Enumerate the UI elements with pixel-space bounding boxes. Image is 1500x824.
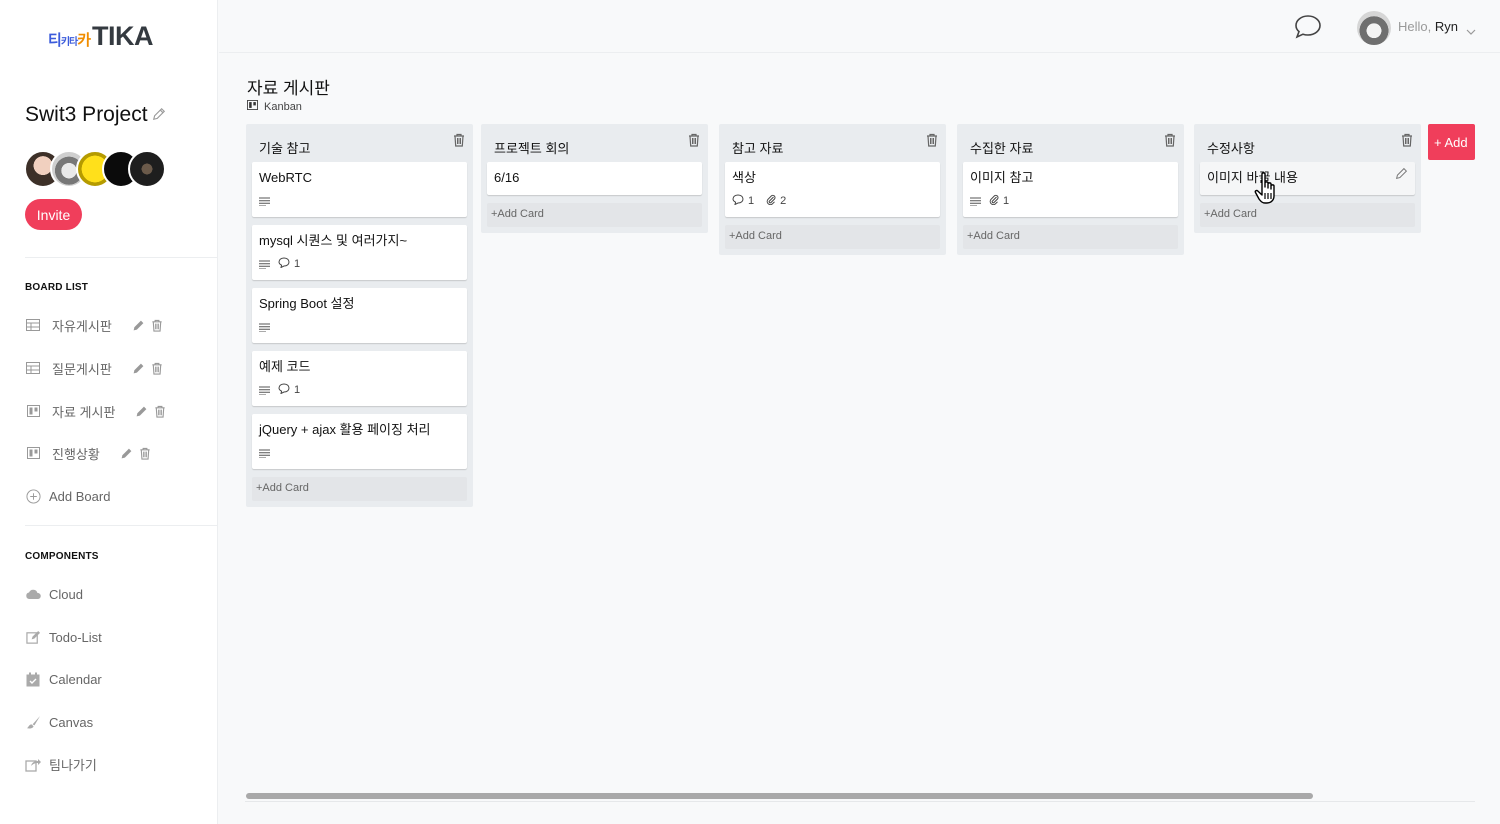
kanban-card[interactable]: jQuery + ajax 활용 페이징 처리 <box>252 414 467 469</box>
components-label: COMPONENTS <box>25 551 99 562</box>
trash-icon[interactable] <box>139 447 151 460</box>
kanban-icon <box>247 100 258 113</box>
kanban-card[interactable]: mysql 시퀀스 및 여러가지~ 1 <box>252 225 467 280</box>
sidebar-item-leave-team[interactable]: 팀나가기 <box>25 754 97 774</box>
comment-icon <box>732 194 744 208</box>
paperclip-icon <box>989 194 999 208</box>
trash-icon[interactable] <box>453 133 465 150</box>
calendar-icon <box>25 671 41 687</box>
app-logo[interactable]: 티키타카 TIKA <box>48 20 154 51</box>
sidebar-item-canvas[interactable]: Canvas <box>25 712 93 732</box>
column-title[interactable]: 프로젝트 회의 <box>494 141 569 156</box>
column-title[interactable]: 수집한 자료 <box>970 141 1033 156</box>
chat-icon[interactable] <box>1294 14 1322 45</box>
board-list-label: BOARD LIST <box>25 282 89 293</box>
sidebar-board-item[interactable]: 자유게시판 <box>25 315 163 335</box>
trash-icon[interactable] <box>1401 133 1413 150</box>
table-icon <box>25 317 41 333</box>
kanban-column: 참고 자료 색상 1 2 +Add Card <box>719 124 946 255</box>
board-type: Kanban <box>247 100 302 113</box>
trash-icon[interactable] <box>926 133 938 150</box>
description-icon <box>259 260 270 269</box>
hand-cursor-icon <box>1254 171 1286 212</box>
logo-text: TIKA <box>92 21 154 51</box>
kanban-card[interactable]: 이미지 참고 1 <box>963 162 1178 217</box>
description-icon <box>259 449 270 458</box>
divider <box>25 525 218 526</box>
add-card-button[interactable]: +Add Card <box>1200 203 1415 227</box>
pencil-icon[interactable] <box>132 319 145 332</box>
pencil-icon[interactable] <box>1395 167 1408 185</box>
invite-button[interactable]: Invite <box>25 199 82 230</box>
exit-icon <box>25 756 41 772</box>
column-title[interactable]: 수정사항 <box>1207 141 1255 156</box>
comment-icon <box>278 257 290 271</box>
add-card-button[interactable]: +Add Card <box>963 225 1178 249</box>
description-icon <box>970 197 981 206</box>
pencil-icon[interactable] <box>120 447 133 460</box>
kanban-column: 기술 참고 WebRTC mysql 시퀀스 및 여러가지~ 1 Spring … <box>246 124 473 507</box>
pencil-icon[interactable] <box>132 362 145 375</box>
sidebar-item-calendar[interactable]: Calendar <box>25 669 102 689</box>
user-avatar[interactable] <box>1357 11 1391 45</box>
sidebar-board-item[interactable]: 자료 게시판 <box>25 401 166 421</box>
kanban-card[interactable]: Spring Boot 설정 <box>252 288 467 343</box>
sidebar-item-cloud[interactable]: Cloud <box>25 584 83 604</box>
member-avatars <box>24 150 166 188</box>
plus-circle-icon <box>25 488 41 504</box>
trash-icon[interactable] <box>154 405 166 418</box>
table-icon <box>25 360 41 376</box>
kanban-icon <box>25 403 41 419</box>
sidebar: 티키타카 TIKA Swit3 Project Invite BOARD LIS… <box>0 0 218 824</box>
kanban-column: 프로젝트 회의 6/16 +Add Card <box>481 124 708 233</box>
column-title[interactable]: 기술 참고 <box>259 141 310 156</box>
trash-icon[interactable] <box>151 319 163 332</box>
kanban-card[interactable]: 예제 코드 1 <box>252 351 467 406</box>
cloud-icon <box>25 586 41 602</box>
scrollbar-thumb[interactable] <box>246 793 1313 799</box>
page-title: 자료 게시판 <box>247 79 330 98</box>
sidebar-item-todo[interactable]: Todo-List <box>25 627 102 647</box>
sidebar-board-item[interactable]: 질문게시판 <box>25 358 163 378</box>
divider <box>25 257 218 258</box>
add-list-button[interactable]: + Add <box>1428 124 1475 160</box>
sidebar-board-item[interactable]: 진행상황 <box>25 443 151 463</box>
pencil-icon[interactable] <box>152 103 166 127</box>
project-title: Swit3 Project <box>25 103 166 127</box>
chevron-down-icon[interactable] <box>1466 22 1476 40</box>
add-card-button[interactable]: +Add Card <box>252 477 467 501</box>
paperclip-icon <box>766 194 776 208</box>
kanban-icon <box>25 445 41 461</box>
comment-icon <box>278 383 290 397</box>
brush-icon <box>25 714 41 730</box>
trash-icon[interactable] <box>688 133 700 150</box>
kanban-column: 수정사항 이미지 바꿀 내용 +Add Card <box>1194 124 1421 233</box>
kanban-card[interactable]: 6/16 <box>487 162 702 195</box>
add-board-button[interactable]: Add Board <box>25 486 110 506</box>
user-greeting[interactable]: Hello, Ryn <box>1398 19 1458 34</box>
description-icon <box>259 386 270 395</box>
edit-icon <box>25 629 41 645</box>
column-title[interactable]: 참고 자료 <box>732 141 783 156</box>
description-icon <box>259 197 270 206</box>
kanban-column: 수집한 자료 이미지 참고 1 +Add Card <box>957 124 1184 255</box>
kanban-card[interactable]: 색상 1 2 <box>725 162 940 217</box>
add-card-button[interactable]: +Add Card <box>725 225 940 249</box>
kanban-card[interactable]: WebRTC <box>252 162 467 217</box>
pencil-icon[interactable] <box>135 405 148 418</box>
trash-icon[interactable] <box>151 362 163 375</box>
kanban-card[interactable]: 이미지 바꿀 내용 <box>1200 162 1415 195</box>
description-icon <box>259 323 270 332</box>
add-card-button[interactable]: +Add Card <box>487 203 702 227</box>
trash-icon[interactable] <box>1164 133 1176 150</box>
avatar[interactable] <box>128 150 166 188</box>
